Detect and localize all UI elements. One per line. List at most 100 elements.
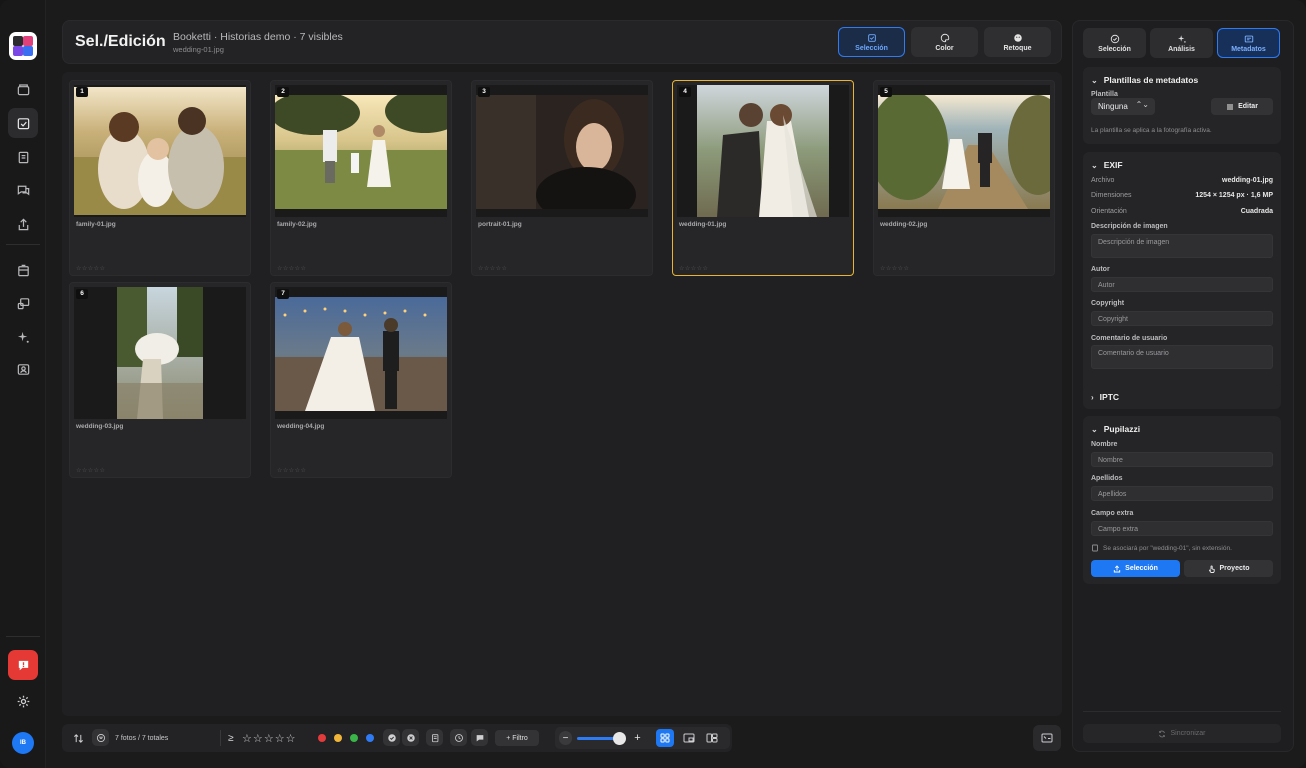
- comments-filter-button[interactable]: [471, 729, 488, 746]
- selection-icon: [867, 33, 876, 42]
- history-filter-button[interactable]: [450, 729, 467, 746]
- iptc-section[interactable]: › IPTC: [1083, 385, 1281, 409]
- pupilazzi-section: ⌄ Pupilazzi Nombre Nombre Apellidos Apel…: [1083, 416, 1281, 584]
- apply-project-button[interactable]: Proyecto: [1184, 560, 1273, 577]
- apply-selection-button[interactable]: Selección: [1091, 560, 1180, 577]
- filter-toggle-button[interactable]: [92, 729, 109, 746]
- rail-export-button[interactable]: [8, 209, 38, 239]
- palette-icon: [940, 33, 949, 42]
- photo-filename: family-01.jpg: [76, 221, 116, 228]
- template-select[interactable]: Ninguna ⌃⌄: [1091, 98, 1155, 115]
- compare-view-icon: [706, 733, 718, 743]
- rating-stars[interactable]: ☆☆☆☆☆: [277, 467, 306, 474]
- picked-filter-button[interactable]: [383, 729, 400, 746]
- compare-view-button[interactable]: [703, 729, 721, 747]
- rail-book-button[interactable]: [8, 142, 38, 172]
- current-file-label: wedding-01.jpg: [173, 45, 224, 54]
- pupilazzi-title: Pupilazzi: [1103, 424, 1141, 434]
- share-icon: [18, 217, 28, 230]
- rating-stars[interactable]: ☆☆☆☆☆: [880, 265, 909, 272]
- edit-template-button[interactable]: Editar: [1211, 98, 1273, 115]
- photo-count-label: 7 fotos / 7 totales: [115, 734, 169, 742]
- rating-filter-stars[interactable]: ☆ ☆ ☆ ☆ ☆: [242, 730, 296, 746]
- color-label-blue[interactable]: [366, 734, 374, 742]
- color-label-red[interactable]: [318, 734, 326, 742]
- user-comment-label: Comentario de usuario: [1091, 335, 1168, 342]
- photo-card[interactable]: 2 family-02.jpg ☆☆☆☆☆: [270, 80, 452, 276]
- feedback-button[interactable]: [8, 650, 38, 680]
- add-filter-button[interactable]: + Filtro: [495, 730, 539, 746]
- hand-pointer-icon: [1208, 564, 1215, 573]
- loupe-view-icon: [683, 733, 695, 743]
- grid-view-button[interactable]: [656, 729, 674, 747]
- rating-stars[interactable]: ☆☆☆☆☆: [679, 265, 708, 272]
- tab-metadata[interactable]: Metadatos: [1217, 28, 1280, 58]
- comments-icon: [17, 185, 29, 195]
- mode-selection-button[interactable]: Selección: [838, 27, 905, 57]
- book-filter-button[interactable]: [426, 729, 443, 746]
- loupe-view-button[interactable]: [680, 729, 698, 747]
- rail-contacts-button[interactable]: [8, 354, 38, 384]
- tab-analysis[interactable]: Análisis: [1150, 28, 1213, 58]
- rail-devices-button[interactable]: [8, 288, 38, 318]
- photo-card[interactable]: 3 portrait-01.jpg ☆☆☆☆☆: [471, 80, 653, 276]
- rejected-filter-button[interactable]: [402, 729, 419, 746]
- extra-field[interactable]: Campo extra: [1091, 521, 1273, 536]
- rail-comments-button[interactable]: [8, 175, 38, 205]
- rating-operator[interactable]: ≥: [228, 730, 234, 746]
- toolbar-divider: [220, 730, 221, 746]
- pupilazzi-section-header[interactable]: ⌄ Pupilazzi: [1091, 424, 1140, 434]
- copyright-field[interactable]: Copyright: [1091, 311, 1273, 326]
- app-window: IB Sel./Edición Booketti · Historias dem…: [0, 0, 1306, 768]
- iptc-title: IPTC: [1099, 392, 1120, 402]
- first-name-field[interactable]: Nombre: [1091, 452, 1273, 467]
- toggle-inspector-button[interactable]: [1033, 725, 1061, 751]
- iptc-section-header[interactable]: › IPTC: [1091, 392, 1119, 402]
- mode-retouch-button[interactable]: Retoque: [984, 27, 1051, 57]
- last-name-field[interactable]: Apellidos: [1091, 486, 1273, 501]
- user-avatar-button[interactable]: IB: [8, 728, 38, 758]
- exif-file-value: wedding-01.jpg: [1222, 177, 1273, 184]
- description-field[interactable]: Descripción de imagen: [1091, 234, 1273, 258]
- rating-stars[interactable]: ☆☆☆☆☆: [478, 265, 507, 272]
- sync-button[interactable]: Sincronizar: [1083, 724, 1281, 743]
- rail-selection-button[interactable]: [8, 108, 38, 138]
- gear-icon: [17, 695, 29, 707]
- photo-card[interactable]: 5 wedding-02.jpg ☆☆☆☆☆: [873, 80, 1055, 276]
- author-field[interactable]: Autor: [1091, 277, 1273, 292]
- zoom-out-button[interactable]: −: [559, 731, 572, 745]
- rating-stars[interactable]: ☆☆☆☆☆: [76, 265, 105, 272]
- rating-stars[interactable]: ☆☆☆☆☆: [76, 467, 105, 474]
- archive-icon: [17, 83, 29, 95]
- user-comment-field[interactable]: Comentario de usuario: [1091, 345, 1273, 369]
- settings-button[interactable]: [8, 686, 38, 716]
- history-icon: [454, 733, 463, 742]
- photo-card-selected[interactable]: 4 wedding-01.jpg ☆☆☆☆☆: [672, 80, 854, 276]
- templates-section-header[interactable]: ⌄ Plantillas de metadatos: [1091, 75, 1198, 85]
- page-title: Sel./Edición: [75, 33, 166, 50]
- inspector-panel: Selección Análisis Metadatos ⌄ Plantilla…: [1072, 20, 1294, 752]
- rail-ai-button[interactable]: [8, 322, 38, 352]
- thumbnail-frame: [275, 287, 447, 419]
- exif-orientation-key: Orientación: [1091, 208, 1127, 215]
- photo-card[interactable]: 7 wedding-04.jpg ☆☆☆☆☆: [270, 282, 452, 478]
- color-label-yellow[interactable]: [334, 734, 342, 742]
- exif-section: ⌄ EXIF Archivo wedding-01.jpg Dimensione…: [1083, 152, 1281, 396]
- devices-icon: [17, 297, 29, 309]
- color-label-green[interactable]: [350, 734, 358, 742]
- photo-card[interactable]: 6 wedding-03.jpg ☆☆☆☆☆: [69, 282, 251, 478]
- mode-color-button[interactable]: Color: [911, 27, 978, 57]
- zoom-in-button[interactable]: +: [631, 731, 644, 745]
- photo-card[interactable]: 1 family-01.jpg ☆☆☆☆☆: [69, 80, 251, 276]
- bottom-toolbar: 7 fotos / 7 totales ≥ ☆ ☆ ☆ ☆ ☆ + Filtro…: [62, 724, 732, 752]
- sort-button[interactable]: [70, 730, 86, 746]
- tab-selection[interactable]: Selección: [1083, 28, 1146, 58]
- grid-icon: [660, 733, 670, 743]
- mode-retouch-label: Retoque: [1003, 44, 1032, 52]
- rail-store-button[interactable]: [8, 255, 38, 285]
- exif-section-header[interactable]: ⌄ EXIF: [1091, 160, 1123, 170]
- upload-icon: [1114, 564, 1121, 572]
- rating-stars[interactable]: ☆☆☆☆☆: [277, 265, 306, 272]
- zoom-slider-knob[interactable]: [613, 732, 626, 745]
- rail-library-button[interactable]: [8, 74, 38, 104]
